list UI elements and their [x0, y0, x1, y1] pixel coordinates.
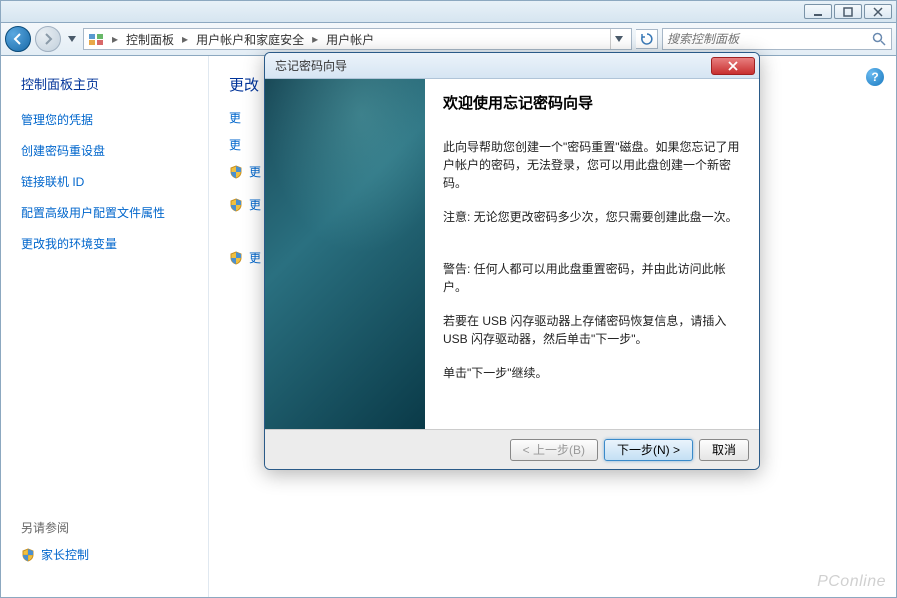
breadcrumb-sep-icon: ▸ [308, 32, 322, 46]
close-button[interactable] [864, 4, 892, 19]
sidebar-link-env-vars[interactable]: 更改我的环境变量 [21, 235, 198, 252]
wizard-p5: 单击"下一步"继续。 [443, 364, 741, 382]
wizard-cancel-button[interactable]: 取消 [699, 439, 749, 461]
search-icon[interactable] [871, 31, 887, 47]
breadcrumb-seg2[interactable]: 用户帐户 [326, 31, 374, 48]
maximize-button[interactable] [834, 4, 862, 19]
wizard-back-button: < 上一步(B) [510, 439, 598, 461]
window-titlebar [0, 0, 897, 23]
breadcrumb-root[interactable]: 控制面板 [126, 31, 174, 48]
wizard-p3: 警告: 任何人都可以用此盘重置密码，并由此访问此帐户。 [443, 260, 741, 296]
wizard-content: 欢迎使用忘记密码向导 此向导帮助您创建一个"密码重置"磁盘。如果您忘记了用户帐户… [425, 79, 759, 429]
sidebar: 控制面板主页 管理您的凭据 创建密码重设盘 链接联机 ID 配置高级用户配置文件… [1, 56, 208, 597]
sidebar-link-online-id[interactable]: 链接联机 ID [21, 173, 198, 190]
search-input[interactable] [667, 32, 871, 46]
sidebar-link-credentials[interactable]: 管理您的凭据 [21, 111, 198, 128]
back-button[interactable] [5, 26, 31, 52]
shield-icon [229, 165, 243, 179]
wizard-heading: 欢迎使用忘记密码向导 [443, 93, 741, 116]
breadcrumb-seg1[interactable]: 用户帐户和家庭安全 [196, 31, 304, 48]
forward-button[interactable] [35, 26, 61, 52]
address-dropdown-icon[interactable] [615, 36, 623, 42]
history-dropdown[interactable] [65, 29, 79, 49]
shield-icon [21, 548, 35, 562]
sidebar-link-advanced-profile[interactable]: 配置高级用户配置文件属性 [21, 204, 198, 221]
sidebar-link-create-reset[interactable]: 创建密码重设盘 [21, 142, 198, 159]
wizard-body: 欢迎使用忘记密码向导 此向导帮助您创建一个"密码重置"磁盘。如果您忘记了用户帐户… [265, 79, 759, 429]
refresh-button[interactable] [636, 29, 658, 49]
shield-icon [229, 251, 243, 265]
wizard-p4: 若要在 USB 闪存驱动器上存储密码恢复信息，请插入 USB 闪存驱动器，然后单… [443, 312, 741, 348]
see-also-section: 另请参阅 家长控制 [21, 519, 198, 577]
minimize-button[interactable] [804, 4, 832, 19]
shield-icon [229, 198, 243, 212]
control-panel-icon [88, 31, 104, 47]
wizard-footer: < 上一步(B) 下一步(N) > 取消 [265, 429, 759, 469]
wizard-p1: 此向导帮助您创建一个"密码重置"磁盘。如果您忘记了用户帐户的密码，无法登录，您可… [443, 138, 741, 192]
see-also-label: 另请参阅 [21, 519, 198, 536]
wizard-titlebar: 忘记密码向导 [265, 53, 759, 79]
wizard-close-button[interactable] [711, 57, 755, 75]
breadcrumb-sep-icon: ▸ [178, 32, 192, 46]
wizard-artwork [265, 79, 425, 429]
wizard-p2: 注意: 无论您更改密码多少次，您只需要创建此盘一次。 [443, 208, 741, 226]
wizard-title-text: 忘记密码向导 [275, 57, 347, 74]
breadcrumb-sep-icon: ▸ [108, 32, 122, 46]
help-icon[interactable]: ? [866, 68, 884, 86]
forgot-password-wizard: 忘记密码向导 欢迎使用忘记密码向导 此向导帮助您创建一个"密码重置"磁盘。如果您… [264, 52, 760, 470]
parental-controls-label: 家长控制 [41, 546, 89, 563]
refresh-icon [640, 32, 654, 46]
address-bar[interactable]: ▸ 控制面板 ▸ 用户帐户和家庭安全 ▸ 用户帐户 [83, 28, 632, 50]
wizard-next-button[interactable]: 下一步(N) > [604, 439, 693, 461]
watermark: PConline [817, 573, 886, 591]
control-panel-home-link[interactable]: 控制面板主页 [21, 74, 198, 93]
search-box[interactable] [662, 28, 892, 50]
parental-controls-link[interactable]: 家长控制 [21, 546, 198, 563]
